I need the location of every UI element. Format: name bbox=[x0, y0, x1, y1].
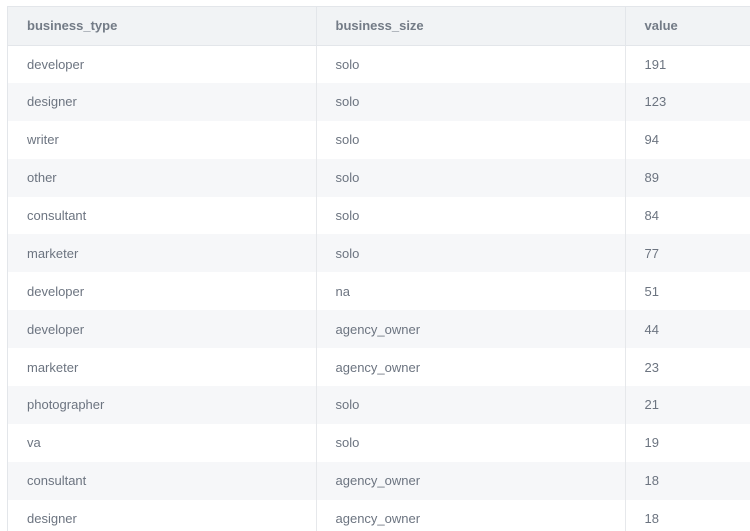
cell-business-size: solo bbox=[316, 45, 626, 83]
cell-business-type: consultant bbox=[8, 461, 317, 500]
cell-business-size: solo bbox=[316, 82, 626, 121]
table-row[interactable]: developer agency_owner 44 bbox=[8, 310, 750, 349]
cell-business-type: consultant bbox=[8, 196, 317, 235]
cell-business-size: agency_owner bbox=[316, 348, 626, 387]
table-row[interactable]: designer agency_owner 18 bbox=[8, 499, 750, 531]
column-header-business-size[interactable]: business_size bbox=[316, 7, 626, 46]
results-table: business_type business_size value develo… bbox=[8, 7, 750, 531]
cell-business-type: developer bbox=[8, 272, 317, 311]
cell-business-type: developer bbox=[8, 45, 317, 83]
cell-business-size: solo bbox=[316, 423, 626, 462]
column-header-value[interactable]: value bbox=[625, 7, 750, 46]
cell-value: 51 bbox=[644, 283, 659, 299]
cell-business-type: designer bbox=[8, 82, 317, 121]
cell-value: 84 bbox=[644, 208, 659, 223]
header-row: business_type business_size value bbox=[8, 7, 750, 46]
table-row[interactable]: writer solo 94 bbox=[8, 120, 750, 159]
cell-value: 77 bbox=[644, 245, 659, 261]
table-row[interactable]: developer solo 191 bbox=[8, 45, 750, 83]
cell-value: 94 bbox=[644, 132, 659, 148]
table-row[interactable]: designer solo 123 bbox=[8, 82, 750, 121]
cell-business-type: designer bbox=[8, 499, 317, 531]
table-row[interactable]: marketer agency_owner 23 bbox=[8, 348, 750, 387]
cell-value: 18 bbox=[644, 473, 659, 489]
cell-business-type: writer bbox=[8, 120, 317, 159]
table-row[interactable]: developer na 51 bbox=[8, 272, 750, 311]
table-header: business_type business_size value bbox=[8, 7, 750, 46]
cell-business-size: agency_owner bbox=[316, 461, 626, 500]
table-body: developer solo 191 designer solo 123 writer sol… bbox=[8, 45, 750, 531]
cell-business-size: solo bbox=[316, 196, 626, 235]
cell-value: 191 bbox=[644, 56, 667, 72]
table-row[interactable]: other solo 89 bbox=[8, 158, 750, 197]
cell-business-type: marketer bbox=[8, 234, 317, 273]
cell-business-type: va bbox=[8, 423, 317, 462]
cell-value: 123 bbox=[644, 94, 667, 110]
cell-business-type: developer bbox=[8, 310, 317, 349]
table-row[interactable]: marketer solo 77 bbox=[8, 234, 750, 273]
table-row[interactable]: consultant solo 84 bbox=[8, 196, 750, 235]
cell-business-type: other bbox=[8, 158, 317, 197]
results-table-container: business_type business_size value develo… bbox=[7, 6, 750, 531]
cell-business-size: solo bbox=[316, 386, 626, 424]
cell-business-size: na bbox=[316, 272, 626, 311]
cell-business-size: agency_owner bbox=[316, 310, 626, 349]
cell-business-size: solo bbox=[316, 158, 626, 197]
table-row[interactable]: consultant agency_owner 18 bbox=[8, 461, 750, 500]
cell-business-size: agency_owner bbox=[316, 499, 626, 531]
cell-value: 44 bbox=[644, 321, 659, 337]
table-row[interactable]: photographer solo 21 bbox=[8, 386, 750, 424]
cell-business-size: solo bbox=[316, 120, 626, 159]
cell-value: 23 bbox=[644, 359, 659, 375]
cell-value: 89 bbox=[644, 170, 659, 186]
cell-value: 18 bbox=[644, 511, 659, 527]
table-row[interactable]: va solo 19 bbox=[8, 423, 750, 462]
column-header-business-type[interactable]: business_type bbox=[8, 7, 317, 46]
cell-business-type: photographer bbox=[8, 386, 317, 424]
cell-business-type: marketer bbox=[8, 348, 317, 387]
cell-value: 19 bbox=[644, 435, 659, 451]
cell-business-size: solo bbox=[316, 234, 626, 273]
cell-value: 21 bbox=[644, 397, 659, 413]
